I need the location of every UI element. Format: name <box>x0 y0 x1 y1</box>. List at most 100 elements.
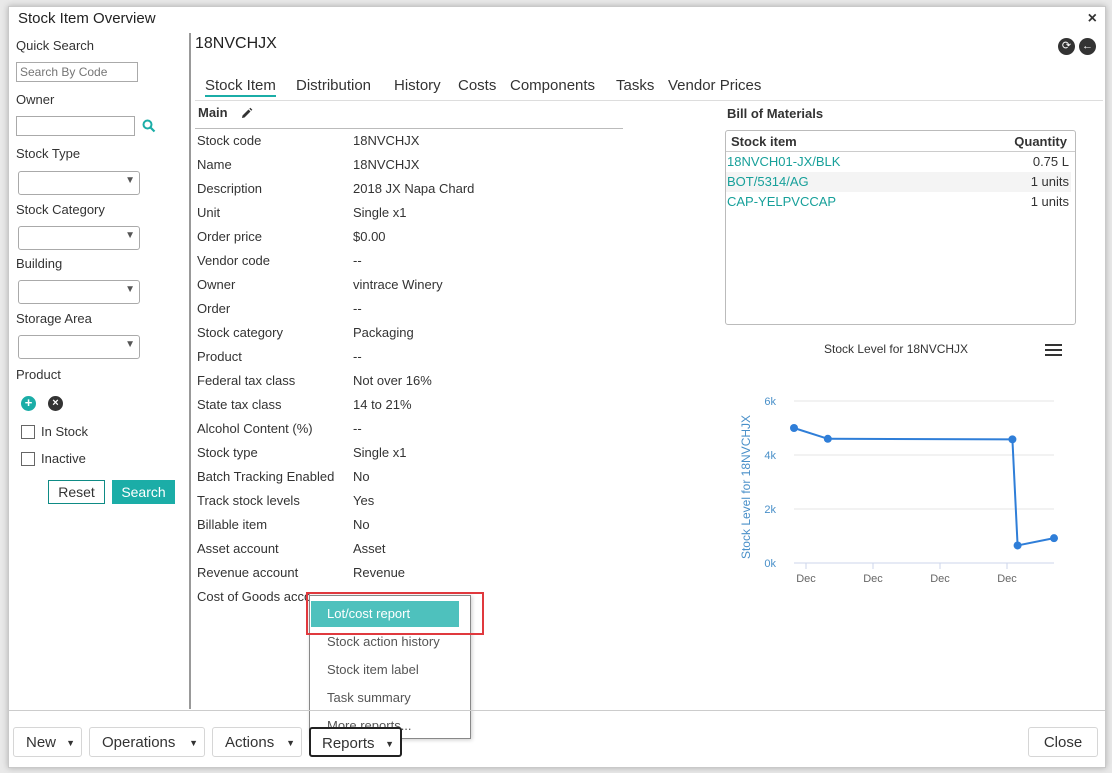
field-value: Single x1 <box>353 205 407 220</box>
operations-button[interactable]: Operations ▼ <box>89 727 205 757</box>
x-tick-label: Dec <box>997 573 1017 585</box>
data-point <box>1050 534 1058 543</box>
field-label: Stock category <box>197 325 283 340</box>
field-label: Name <box>197 157 232 172</box>
stock-category-select[interactable]: ▼ <box>18 226 140 250</box>
stock-level-chart: 0k 2k 4k 6k Dec Dec Dec Dec Stock Level for 18NV… <box>739 396 1058 613</box>
highlight-box <box>306 592 484 635</box>
field-value: $0.00 <box>353 229 386 244</box>
owner-input[interactable] <box>16 116 135 136</box>
field-label: Cost of Goods acco <box>197 589 312 604</box>
field-label: Order price <box>197 229 263 244</box>
building-select[interactable]: ▼ <box>18 280 140 304</box>
bom-header: Stock item Quantity <box>726 131 1075 152</box>
menu-item-stock-item-label[interactable]: Stock item label <box>311 657 459 683</box>
data-point <box>823 434 832 443</box>
bom-row: CAP-YELPVCCAP 1 units <box>726 192 1071 212</box>
field-label: Description <box>197 181 263 196</box>
chevron-down-icon: ▼ <box>125 284 135 295</box>
y-tick-label: 2k <box>764 504 776 516</box>
field-value: vintrace Winery <box>353 277 443 292</box>
add-icon[interactable]: + <box>21 396 36 411</box>
field-value: No <box>353 517 370 532</box>
x-tick-label: Dec <box>863 573 883 585</box>
new-button[interactable]: New ▼ <box>13 727 82 757</box>
field-label: State tax class <box>197 397 282 412</box>
window-title: Stock Item Overview <box>18 10 156 27</box>
bom-table: Stock item Quantity 18NVCH01-JX/BLK 0.75… <box>725 130 1076 325</box>
field-value: 18NVCHJX <box>353 157 420 172</box>
field-value: No <box>353 469 370 484</box>
close-button[interactable]: Close <box>1028 727 1098 757</box>
tab-distribution[interactable]: Distribution <box>296 77 371 94</box>
caret-down-icon: ▼ <box>66 738 75 748</box>
search-icon[interactable] <box>142 119 156 133</box>
section-divider <box>195 128 623 129</box>
reports-button[interactable]: Reports ▼ <box>309 727 402 757</box>
reset-button[interactable]: Reset <box>48 480 105 504</box>
operations-button-label: Operations <box>102 734 176 751</box>
field-value: 2018 JX Napa Chard <box>353 181 475 196</box>
field-value: -- <box>353 253 362 268</box>
bom-qty: 0.75 L <box>1032 154 1069 169</box>
storage-area-select[interactable]: ▼ <box>18 335 140 359</box>
owner-label: Owner <box>16 92 55 107</box>
bom-item-link[interactable]: BOT/5314/AG <box>727 174 809 189</box>
field-value: Not over 16% <box>353 373 432 388</box>
filter-sidebar: Quick Search Owner Stock Type ▼ Stock Ca… <box>9 33 191 709</box>
field-label: Track stock levels <box>197 493 300 508</box>
field-value: Revenue <box>353 565 406 580</box>
chart-title: Stock Level for 18NVCHJX <box>824 342 969 356</box>
field-label: Vendor code <box>197 253 271 268</box>
field-label: Product <box>197 349 242 364</box>
clear-icon[interactable]: × <box>48 396 63 411</box>
bom-item-link[interactable]: CAP-YELPVCCAP <box>727 194 836 209</box>
stock-type-label: Stock Type <box>16 146 81 161</box>
stock-item-overview-dialog: Stock Item Overview × Quick Search Owner… <box>8 6 1106 768</box>
inactive-label: Inactive <box>41 451 86 466</box>
chart-menu-icon[interactable] <box>1045 344 1062 358</box>
menu-item-task-summary[interactable]: Task summary <box>311 685 459 711</box>
stock-type-select[interactable]: ▼ <box>18 171 140 195</box>
quick-search-label: Quick Search <box>16 38 95 53</box>
inactive-checkbox[interactable] <box>21 452 35 466</box>
tab-stock-item[interactable]: Stock Item <box>205 77 276 97</box>
field-value: Packaging <box>353 325 414 340</box>
bom-col-stock-item: Stock item <box>731 134 797 149</box>
x-tick-label: Dec <box>796 573 816 585</box>
tab-tasks[interactable]: Tasks <box>616 77 654 94</box>
new-button-label: New <box>26 734 57 751</box>
tab-components[interactable]: Components <box>510 77 595 94</box>
field-value: -- <box>353 421 362 436</box>
field-label: Alcohol Content (%) <box>197 421 313 436</box>
search-by-code-input[interactable] <box>16 62 138 82</box>
tab-history[interactable]: History <box>394 77 441 94</box>
product-label: Product <box>16 367 61 382</box>
actions-button-label: Actions <box>225 734 275 751</box>
stock-category-label: Stock Category <box>16 202 105 217</box>
bom-row: 18NVCH01-JX/BLK 0.75 L <box>726 152 1071 172</box>
tab-costs[interactable]: Costs <box>458 77 496 94</box>
field-value: -- <box>353 301 362 316</box>
bom-title: Bill of Materials <box>727 106 824 121</box>
storage-area-label: Storage Area <box>16 311 92 326</box>
bom-item-link[interactable]: 18NVCH01-JX/BLK <box>727 154 840 169</box>
field-value: -- <box>353 349 362 364</box>
bom-row: BOT/5314/AG 1 units <box>726 172 1071 192</box>
title-bar: Stock Item Overview × <box>9 7 1105 33</box>
data-point <box>1008 435 1017 444</box>
field-label: Revenue account <box>197 565 299 580</box>
back-arrow-icon[interactable]: ← <box>1079 38 1096 55</box>
search-button[interactable]: Search <box>112 480 175 504</box>
caret-down-icon: ▼ <box>385 739 394 749</box>
close-icon[interactable]: × <box>1088 10 1097 28</box>
edit-pencil-icon[interactable] <box>240 107 253 120</box>
reports-button-label: Reports <box>322 735 375 752</box>
y-axis-label: Stock Level for 18NVCHJX <box>739 415 753 559</box>
refresh-icon[interactable]: ⟳ <box>1058 38 1075 55</box>
tab-vendor-prices[interactable]: Vendor Prices <box>668 77 761 94</box>
data-point <box>790 424 798 432</box>
field-value: Single x1 <box>353 445 407 460</box>
in-stock-checkbox[interactable] <box>21 425 35 439</box>
actions-button[interactable]: Actions ▼ <box>212 727 302 757</box>
